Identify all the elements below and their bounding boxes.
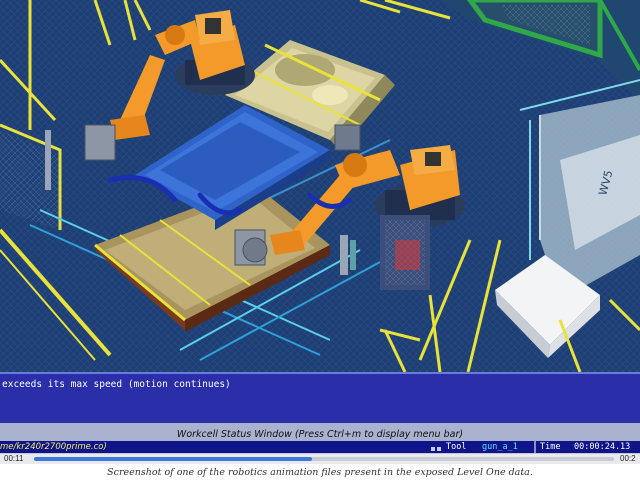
message-line: exceeds its max speed (motion continues) (2, 379, 231, 390)
time-value: 00:00:24.13 (574, 442, 631, 452)
simulation-viewport[interactable]: WV5 (0, 0, 640, 372)
figure-caption: Screenshot of one of the robotics animat… (107, 467, 533, 478)
status-window-title: Workcell Status Window (Press Ctrl+m to … (176, 429, 464, 440)
tool-label: Tool (446, 442, 467, 452)
tool-value: gun_a_1 (482, 442, 518, 452)
message-log: exceeds its max speed (motion continues) (0, 372, 640, 423)
video-playback-bar[interactable]: 00:11 00:2 (0, 453, 640, 464)
total-time: 00:2 (620, 454, 636, 463)
elapsed-time: 00:11 (4, 454, 24, 463)
status-bar: me/kr240r2700prime.co) Tool gun_a_1 Time… (0, 441, 640, 457)
equipment-stand (380, 215, 430, 290)
time-label: Time (540, 442, 561, 452)
status-grid-icon (431, 442, 442, 457)
status-file-name: me/kr240r2700prime.co) (0, 442, 107, 452)
status-separator (534, 441, 536, 453)
seek-track[interactable] (34, 457, 614, 461)
seek-progress (34, 457, 313, 461)
